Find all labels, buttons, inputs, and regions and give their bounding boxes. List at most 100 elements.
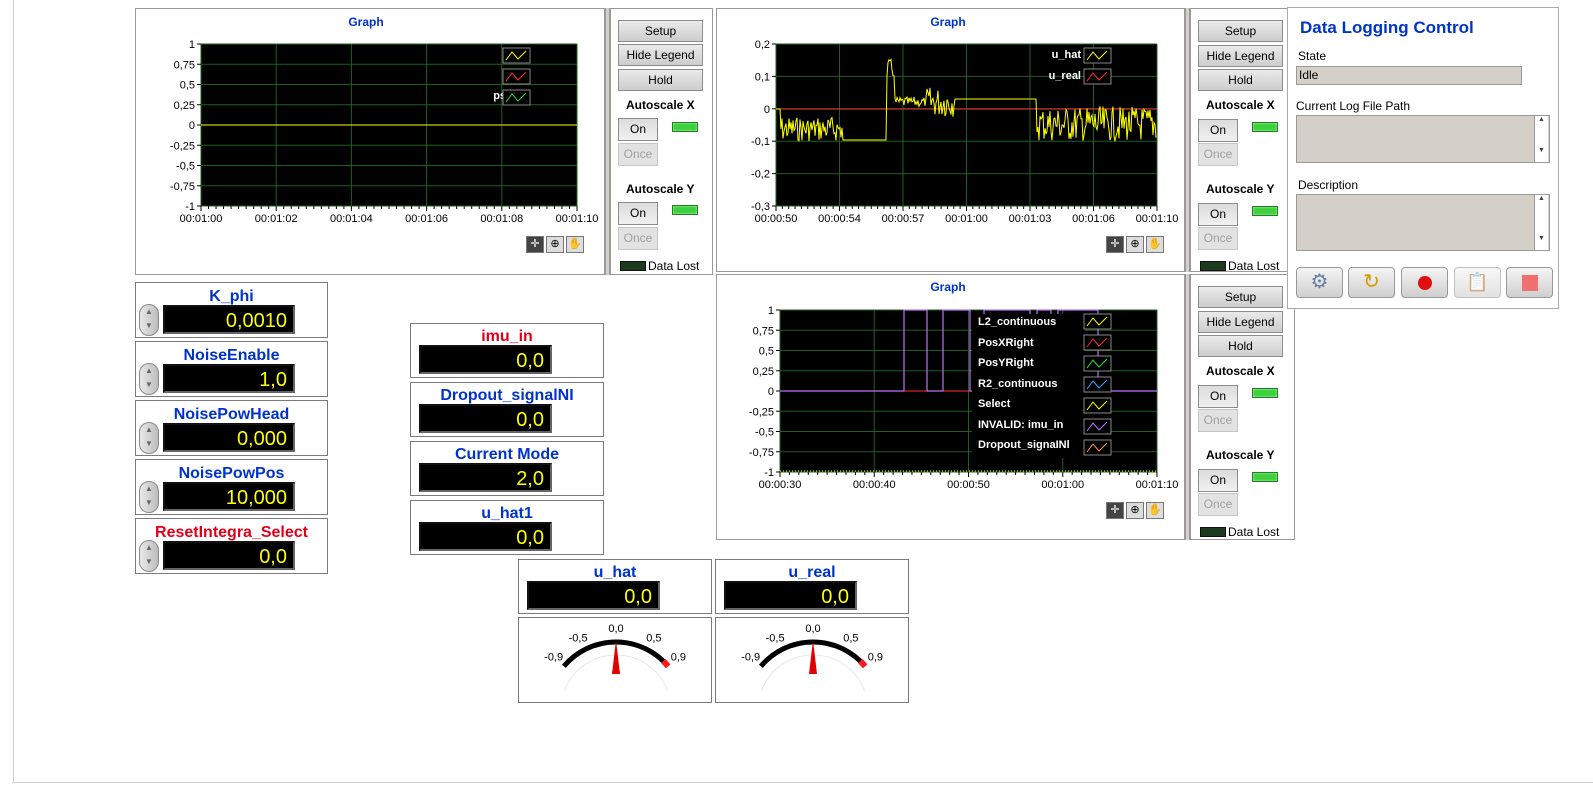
cursor-icon[interactable]: ✛: [526, 236, 544, 253]
setup-button[interactable]: Setup: [618, 20, 703, 42]
autoscale-y-on-button[interactable]: On: [1198, 203, 1238, 226]
gauge-u-hat: -0,9 -0,5 0,0 0,5 0,9: [518, 617, 712, 703]
x-tick-label: 00:01:06: [1072, 213, 1115, 225]
y-tick-label: 0: [764, 104, 770, 116]
y-tick-label: -0,1: [751, 136, 770, 148]
data-lost-label: Data Lost: [1228, 259, 1280, 273]
new-log-button[interactable]: ↻: [1348, 267, 1395, 298]
legend-r2-continuous: R2_continuous: [978, 377, 1058, 390]
autoscale-y-on-button[interactable]: On: [618, 202, 658, 225]
y-tick-label: 0,5: [180, 80, 195, 92]
scroll-down-icon[interactable]: ▼: [1535, 147, 1548, 154]
stop-icon: [1521, 274, 1538, 291]
data-lost-led: [1200, 261, 1226, 271]
legend-select: Select: [978, 398, 1011, 410]
increment-decrement-arrows[interactable]: ▲ ▼: [139, 540, 159, 572]
gauge-dial: -0,9 -0,5 0,0 0,5 0,9: [544, 623, 686, 692]
y-tick-label: -0,75: [170, 181, 195, 193]
state-field: Idle: [1296, 66, 1522, 85]
legend-l2-continuous: L2_continuous: [978, 316, 1057, 328]
graph3-palette[interactable]: ✛ ⊕ ✋: [1106, 502, 1164, 519]
increment-decrement-arrows[interactable]: ▲ ▼: [139, 422, 159, 454]
zoom-icon[interactable]: ⊕: [1126, 236, 1144, 253]
indicator-value: 0,0: [419, 345, 552, 374]
setup-button[interactable]: Setup: [1198, 286, 1283, 308]
autoscale-y-label: Autoscale Y: [1206, 448, 1275, 462]
control-noise-pow-head: NoisePowHead ▲ ▼ 0,000: [135, 400, 328, 456]
y-tick-label: 0: [189, 120, 195, 132]
autoscale-x-on-button[interactable]: On: [1198, 119, 1238, 142]
pan-hand-icon[interactable]: ✋: [1146, 236, 1164, 253]
graph2-chart: 0,2 0,1 0 -0,1 -0,2 -0,300:00:50 00:00:54 00:00…: [751, 39, 1178, 225]
hide-legend-button[interactable]: Hide Legend: [618, 44, 703, 66]
control-noise-pow-pos: NoisePowPos ▲ ▼ 10,000: [135, 459, 328, 515]
autoscale-y-once-button[interactable]: Once: [1198, 227, 1238, 250]
zoom-icon[interactable]: ⊕: [546, 236, 564, 253]
gear-icon: ⚙: [1310, 271, 1329, 293]
pan-hand-icon[interactable]: ✋: [566, 236, 584, 253]
setup-button[interactable]: Setup: [1198, 20, 1283, 42]
y-tick-label: -0,75: [749, 447, 774, 459]
graph1-legend-swatches: [502, 47, 531, 106]
hold-button[interactable]: Hold: [618, 69, 703, 91]
control-value[interactable]: 0,000: [163, 423, 295, 452]
log-path-scrollbar[interactable]: ▲ ▼: [1534, 116, 1548, 162]
graph3-legend-swatches: [1083, 313, 1112, 456]
zoom-icon[interactable]: ⊕: [1126, 502, 1144, 519]
autoscale-x-led: [1252, 388, 1278, 398]
hide-legend-button[interactable]: Hide Legend: [1198, 45, 1283, 67]
clipboard-icon: 📋: [1466, 272, 1489, 292]
autoscale-x-once-button[interactable]: Once: [1198, 143, 1238, 166]
cursor-icon[interactable]: ✛: [1106, 502, 1124, 519]
autoscale-y-on-button[interactable]: On: [1198, 469, 1238, 492]
legend-u-hat: u_hat: [1051, 49, 1081, 61]
y-tick-label: 0: [768, 386, 774, 398]
control-value[interactable]: 10,000: [163, 482, 295, 511]
x-tick-label: 00:00:40: [853, 479, 896, 491]
record-button[interactable]: [1401, 267, 1448, 298]
autoscale-y-label: Autoscale Y: [626, 182, 695, 196]
indicator-value: 0,0: [419, 522, 552, 551]
stop-button[interactable]: [1506, 267, 1553, 298]
control-value[interactable]: 0,0: [163, 541, 295, 570]
increment-decrement-arrows[interactable]: ▲ ▼: [139, 481, 159, 513]
y-tick-label: -0,5: [176, 161, 195, 173]
indicator-label: Dropout_signalNI: [440, 387, 574, 404]
pan-hand-icon[interactable]: ✋: [1146, 502, 1164, 519]
graph1-palette[interactable]: ✛ ⊕ ✋: [526, 236, 584, 253]
cursor-icon[interactable]: ✛: [1106, 236, 1124, 253]
autoscale-x-on-button[interactable]: On: [1198, 385, 1238, 408]
graph2-palette[interactable]: ✛ ⊕ ✋: [1106, 236, 1164, 253]
increment-decrement-arrows[interactable]: ▲ ▼: [139, 304, 159, 336]
control-label: NoisePowHead: [173, 406, 290, 423]
autoscale-y-once-button[interactable]: Once: [618, 227, 658, 250]
y-tick-label: 0,25: [753, 366, 774, 378]
y-tick-label: 0,5: [759, 346, 774, 358]
indicator-label: imu_in: [481, 328, 533, 345]
control-value[interactable]: 1,0: [163, 364, 295, 393]
scroll-down-icon[interactable]: ▼: [1535, 235, 1548, 242]
legend-invalid-imu-in: INVALID: imu_in: [978, 418, 1064, 431]
description-scrollbar[interactable]: ▲ ▼: [1534, 195, 1548, 250]
hold-button[interactable]: Hold: [1198, 69, 1283, 91]
legend-dropout-signal: Dropout_signaINl: [978, 439, 1070, 451]
increment-decrement-arrows[interactable]: ▲ ▼: [139, 363, 159, 395]
gauge-red-zone: [858, 658, 868, 669]
y-tick-label: -0,25: [749, 406, 774, 418]
scroll-up-icon[interactable]: ▲: [1535, 195, 1548, 202]
autoscale-y-once-button[interactable]: Once: [1198, 493, 1238, 516]
autoscale-x-once-button[interactable]: Once: [1198, 409, 1238, 432]
hide-legend-button[interactable]: Hide Legend: [1198, 311, 1283, 333]
scroll-up-icon[interactable]: ▲: [1535, 116, 1548, 123]
autoscale-x-on-button[interactable]: On: [618, 118, 658, 141]
indicator-u-real: u_real 0,0: [715, 559, 909, 614]
clipboard-button[interactable]: 📋: [1454, 267, 1501, 298]
indicator-label: u_hat1: [481, 505, 533, 522]
control-value[interactable]: 0,0010: [163, 305, 295, 334]
hold-button[interactable]: Hold: [1198, 335, 1283, 357]
description-field[interactable]: [1296, 194, 1550, 251]
autoscale-x-once-button[interactable]: Once: [618, 143, 658, 166]
settings-button[interactable]: ⚙: [1296, 267, 1343, 298]
gauge-red-zone: [661, 658, 671, 669]
graph1-panel: Graph 1 0,75 0,5 0,25 0 -0,25 -0,5 -0,75 -1 00:01…: [135, 8, 605, 275]
